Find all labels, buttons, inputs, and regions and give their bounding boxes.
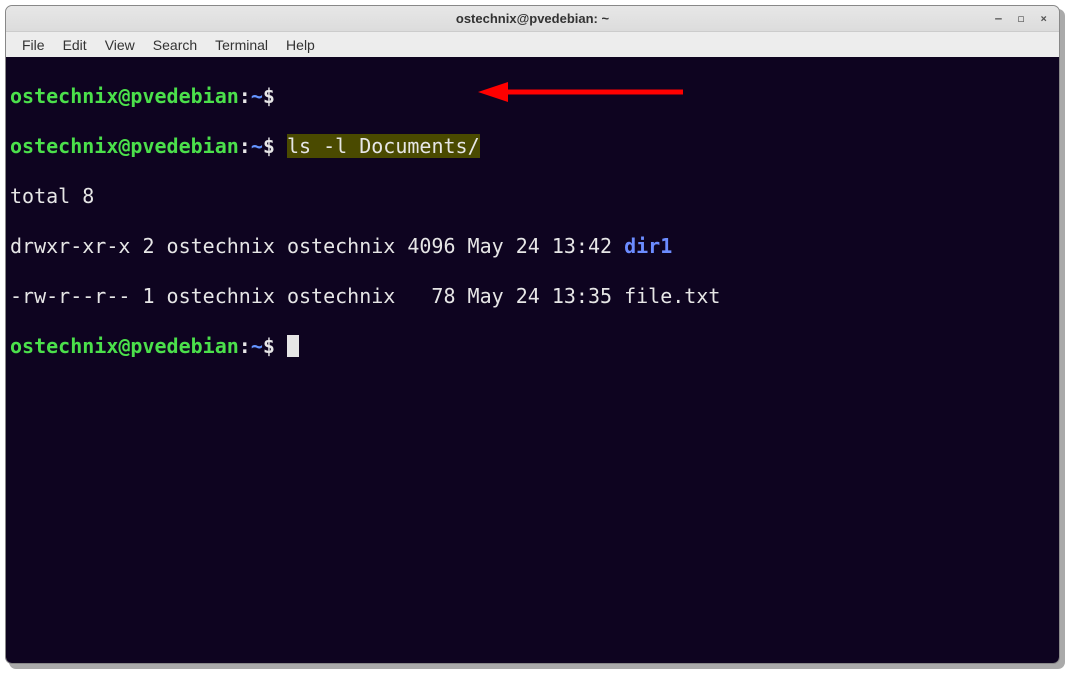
- prompt-userhost: ostechnix@pvedebian: [10, 84, 239, 108]
- minimize-button[interactable]: –: [993, 12, 1004, 25]
- cursor-block: [287, 335, 299, 357]
- prompt-separator: :: [239, 134, 251, 158]
- prompt-path: ~: [251, 134, 263, 158]
- menu-edit[interactable]: Edit: [55, 35, 95, 55]
- prompt-separator: :: [239, 84, 251, 108]
- menu-search[interactable]: Search: [145, 35, 205, 55]
- window-titlebar[interactable]: ostechnix@pvedebian: ~ – ◻ ×: [6, 6, 1059, 32]
- prompt-userhost: ostechnix@pvedebian: [10, 334, 239, 358]
- window-title: ostechnix@pvedebian: ~: [456, 11, 609, 26]
- line-entry-file: -rw-r--r-- 1 ostechnix ostechnix 78 May …: [10, 284, 1055, 309]
- ls-row-1-name: dir1: [624, 234, 672, 258]
- prompt-dollar: $: [263, 84, 275, 108]
- maximize-button[interactable]: ◻: [1016, 12, 1027, 25]
- prompt-dollar: $: [263, 134, 275, 158]
- menu-help[interactable]: Help: [278, 35, 323, 55]
- prompt-dollar: $: [263, 334, 275, 358]
- close-button[interactable]: ×: [1038, 12, 1049, 25]
- ls-row-1-meta: drwxr-xr-x 2 ostechnix ostechnix 4096 Ma…: [10, 234, 624, 258]
- window-controls: – ◻ ×: [993, 6, 1055, 31]
- menubar: File Edit View Search Terminal Help: [6, 32, 1059, 57]
- prompt-path: ~: [251, 334, 263, 358]
- menu-file[interactable]: File: [14, 35, 53, 55]
- line-prompt-2: ostechnix@pvedebian:~$ ls -l Documents/: [10, 134, 1055, 159]
- line-prompt-1: ostechnix@pvedebian:~$: [10, 84, 1055, 109]
- menu-view[interactable]: View: [97, 35, 143, 55]
- prompt-userhost: ostechnix@pvedebian: [10, 134, 239, 158]
- highlighted-command: ls -l Documents/: [287, 134, 480, 158]
- cmd-empty: [275, 84, 287, 108]
- terminal-window: ostechnix@pvedebian: ~ – ◻ × File Edit V…: [5, 5, 1060, 664]
- terminal-body[interactable]: ostechnix@pvedebian:~$ ostechnix@pvedebi…: [6, 57, 1059, 663]
- line-entry-dir: drwxr-xr-x 2 ostechnix ostechnix 4096 Ma…: [10, 234, 1055, 259]
- prompt-path: ~: [251, 84, 263, 108]
- menu-terminal[interactable]: Terminal: [207, 35, 276, 55]
- prompt-separator: :: [239, 334, 251, 358]
- line-prompt-3: ostechnix@pvedebian:~$: [10, 334, 1055, 359]
- line-total: total 8: [10, 184, 1055, 209]
